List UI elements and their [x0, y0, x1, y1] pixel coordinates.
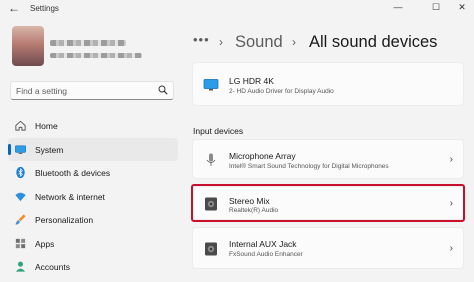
- sidebar-item-label: Network & internet: [35, 191, 105, 202]
- chevron-right-icon: ›: [449, 243, 453, 254]
- sidebar-item-accounts[interactable]: Accounts: [8, 255, 178, 279]
- sidebar-item-label: System: [35, 144, 64, 155]
- user-email-blurred: [50, 53, 142, 58]
- device-name: LG HDR 4K: [229, 76, 274, 86]
- sidebar-item-label: Personalization: [35, 215, 94, 225]
- wifi-icon: [15, 192, 26, 201]
- search-icon[interactable]: [158, 85, 168, 95]
- maximize-icon[interactable]: ☐: [426, 0, 446, 16]
- device-card-microphone-array[interactable]: Microphone Array Intel® Smart Sound Tech…: [192, 139, 464, 179]
- device-name: Microphone Array: [229, 151, 296, 161]
- search-input[interactable]: Find a setting: [10, 81, 174, 100]
- close-icon[interactable]: ✕: [452, 0, 472, 16]
- highlight-box: [191, 184, 465, 222]
- sidebar-item-label: Bluetooth & devices: [35, 168, 111, 178]
- bluetooth-icon: [16, 166, 25, 179]
- sidebar-item-system[interactable]: System: [8, 137, 178, 161]
- device-description: Intel® Smart Sound Technology for Digita…: [229, 163, 389, 170]
- sidebar-item-bluetooth[interactable]: Bluetooth & devices: [8, 161, 178, 185]
- sidebar-item-apps[interactable]: Apps: [8, 232, 178, 256]
- app-title: Settings: [30, 4, 59, 13]
- breadcrumb-separator: ›: [292, 35, 296, 49]
- accounts-icon: [15, 261, 26, 272]
- user-name-blurred: [50, 40, 126, 46]
- device-card-lg-hdr[interactable]: LG HDR 4K 2- HD Audio Driver for Display…: [192, 62, 464, 106]
- search-placeholder: Find a setting: [16, 86, 68, 96]
- monitor-icon: [203, 79, 219, 91]
- apps-icon: [15, 238, 26, 248]
- brush-icon: [15, 214, 26, 225]
- breadcrumb-sound[interactable]: Sound: [235, 32, 283, 52]
- overflow-icon[interactable]: •••: [193, 30, 210, 50]
- section-heading-input: Input devices: [193, 126, 244, 136]
- microphone-icon: [206, 153, 216, 166]
- device-description: FxSound Audio Enhancer: [229, 251, 303, 258]
- page-title: All sound devices: [309, 33, 438, 51]
- sidebar-item-personalization[interactable]: Personalization: [8, 208, 178, 232]
- sidebar-item-label: Accounts: [35, 262, 70, 272]
- sidebar-item-home[interactable]: Home: [8, 114, 178, 138]
- sidebar-item-label: Apps: [35, 238, 55, 249]
- chevron-right-icon: ›: [449, 154, 453, 165]
- back-arrow-icon[interactable]: ←: [7, 1, 21, 15]
- sidebar-item-label: Home: [35, 121, 58, 131]
- sidebar-nav: Home System Bluetooth & devices Network …: [8, 114, 178, 279]
- minimize-icon[interactable]: —: [388, 0, 408, 16]
- breadcrumb-separator: ›: [219, 35, 223, 49]
- speaker-icon: [205, 242, 217, 256]
- system-icon: [15, 145, 26, 154]
- title-bar: ← Settings — ☐ ✕: [0, 0, 474, 18]
- device-description: 2- HD Audio Driver for Display Audio: [229, 88, 334, 95]
- home-icon: [15, 120, 26, 131]
- device-name: Internal AUX Jack: [229, 239, 297, 249]
- sidebar-item-network[interactable]: Network & internet: [8, 185, 178, 209]
- device-card-internal-aux[interactable]: Internal AUX Jack FxSound Audio Enhancer…: [192, 227, 464, 269]
- avatar[interactable]: [12, 26, 44, 66]
